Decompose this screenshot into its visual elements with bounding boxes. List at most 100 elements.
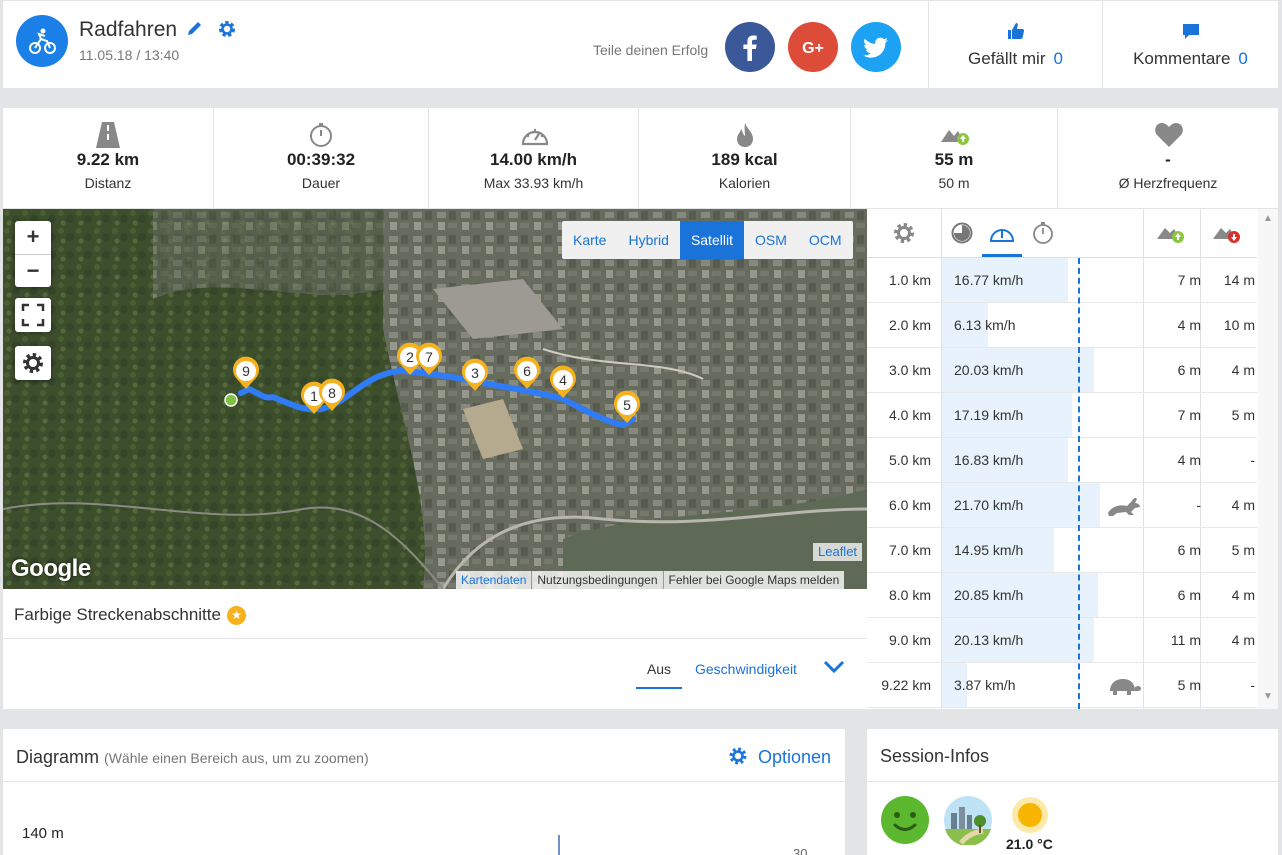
stat-distance: 9.22 km Distanz xyxy=(3,108,214,208)
split-row: 6.0 km 21.70 km/h - 4 m xyxy=(867,483,1257,528)
stat-elevation: 55 m 50 m xyxy=(851,108,1058,208)
stat-label: Kalorien xyxy=(718,175,771,191)
km-marker[interactable]: 6 xyxy=(514,356,540,389)
km-marker[interactable]: 3 xyxy=(462,358,489,391)
km-marker-label: 2 xyxy=(406,349,414,365)
km-marker-label: 1 xyxy=(310,388,318,404)
right-axis-label: 30 xyxy=(793,846,808,855)
turtle-icon xyxy=(1110,679,1141,695)
leaflet-link[interactable]: Leaflet xyxy=(813,543,863,561)
diagram-hint: (Wähle einen Bereich aus, um zu zoomen) xyxy=(104,750,369,766)
edit-pencil-icon[interactable] xyxy=(186,19,204,37)
route-map[interactable]: 918273645 + − Karte Hybrid Satellit OSM … xyxy=(3,209,867,589)
like-button[interactable]: Gefällt mir 0 xyxy=(928,1,1102,88)
twitter-share-button[interactable] xyxy=(851,22,901,72)
flame-icon xyxy=(736,123,753,147)
diagram-header: Diagramm (Wähle einen Bereich aus, um zu… xyxy=(3,729,845,782)
split-ascent: - xyxy=(1196,497,1201,513)
zoom-in-button[interactable]: + xyxy=(15,221,51,254)
split-row: 3.0 km 20.03 km/h 6 m 4 m xyxy=(867,348,1257,393)
split-km: 9.0 km xyxy=(888,632,931,648)
session-info-panel: Session-Infos 21.0 °C xyxy=(867,729,1278,855)
stat-value: 55 m xyxy=(934,150,974,169)
elevation-down-icon xyxy=(1213,228,1240,243)
layer-option[interactable]: Karte xyxy=(562,221,617,259)
stopwatch-icon xyxy=(310,123,332,147)
speedometer-icon xyxy=(521,128,548,146)
stat-duration: 00:39:32 Dauer xyxy=(214,108,429,208)
gear-icon xyxy=(729,747,747,765)
twitter-icon xyxy=(863,37,888,58)
layer-option-active[interactable]: Satellit xyxy=(679,221,744,259)
km-marker-label: 6 xyxy=(523,363,531,379)
share-text: Teile deinen Erfolg xyxy=(593,42,709,58)
fullscreen-icon xyxy=(21,303,45,327)
split-descent: 4 m xyxy=(1231,632,1255,648)
km-marker-label: 8 xyxy=(328,385,336,401)
session-header: Radfahren 11.05.18 / 13:40 Teile deinen … xyxy=(3,1,1278,88)
map-settings-button[interactable] xyxy=(15,346,51,380)
layer-option[interactable]: OSM xyxy=(744,221,798,259)
stopwatch-tab-icon[interactable] xyxy=(1031,221,1055,245)
split-speed: 20.85 km/h xyxy=(954,587,1024,603)
speedometer-tab-icon[interactable] xyxy=(989,221,1015,245)
km-marker[interactable]: 5 xyxy=(614,390,640,423)
segments-option-speed[interactable]: Geschwindigkeit xyxy=(695,661,797,677)
pace-clock-tab-icon[interactable] xyxy=(950,221,974,245)
split-descent: 5 m xyxy=(1231,407,1255,423)
split-descent: - xyxy=(1250,677,1255,693)
split-row: 1.0 km 16.77 km/h 7 m 14 m xyxy=(867,258,1257,303)
stat-label: Ø Herzfrequenz xyxy=(1118,175,1218,191)
stat-value: 14.00 km/h xyxy=(490,150,577,169)
split-km: 5.0 km xyxy=(888,452,931,468)
map-data-link[interactable]: Kartendaten xyxy=(456,571,531,589)
splits-header xyxy=(867,209,1257,258)
table-settings-gear-icon[interactable] xyxy=(892,221,916,245)
split-ascent: 4 m xyxy=(1177,452,1201,468)
km-marker[interactable]: 8 xyxy=(319,378,346,411)
split-ascent: 6 m xyxy=(1177,587,1201,603)
report-error-link[interactable]: Fehler bei Google Maps melden xyxy=(662,571,845,589)
km-marker[interactable]: 4 xyxy=(550,365,577,398)
diagram-panel: Diagramm (Wähle einen Bereich aus, um zu… xyxy=(3,729,845,855)
split-ascent: 6 m xyxy=(1177,362,1201,378)
chevron-down-icon[interactable] xyxy=(823,659,845,675)
active-tab-indicator xyxy=(982,254,1022,257)
rabbit-icon xyxy=(1108,497,1140,516)
layer-option[interactable]: OCM xyxy=(798,221,853,259)
km-marker[interactable]: 9 xyxy=(232,356,259,389)
average-speed-line xyxy=(1078,258,1080,709)
fullscreen-button[interactable] xyxy=(15,298,51,332)
stat-value: 00:39:32 xyxy=(286,150,356,169)
happy-mood-icon xyxy=(881,796,929,844)
km-marker-label: 7 xyxy=(425,349,433,365)
splits-table: 1.0 km 16.77 km/h 7 m 14 m 2.0 km 6.13 km/h 4 … xyxy=(867,209,1278,709)
google-plus-icon: G+ xyxy=(802,40,824,57)
elevation-up-icon xyxy=(941,130,969,145)
sun-icon xyxy=(1012,797,1048,833)
map-attribution: Kartendaten Nutzungsbedingungen Fehler b… xyxy=(456,571,845,589)
bicycle-icon xyxy=(16,15,68,67)
summary-stats: 9.22 km Distanz 00:39:32 Dauer 14.00 km/… xyxy=(3,108,1278,208)
google-plus-share-button[interactable]: G+ xyxy=(788,22,838,72)
km-marker[interactable]: 7 xyxy=(416,342,443,375)
comments-button[interactable]: Kommentare 0 xyxy=(1102,1,1278,88)
thumbs-up-icon xyxy=(1007,23,1024,39)
diagram-title: Diagramm (Wähle einen Bereich aus, um zu… xyxy=(16,747,369,768)
settings-gear-icon[interactable] xyxy=(217,19,237,39)
segments-option-off[interactable]: Aus xyxy=(636,661,682,689)
terms-link[interactable]: Nutzungsbedingungen xyxy=(531,571,662,589)
split-ascent: 4 m xyxy=(1177,317,1201,333)
split-ascent: 7 m xyxy=(1177,272,1201,288)
zoom-out-button[interactable]: − xyxy=(15,254,51,287)
comments-label: Kommentare xyxy=(1133,49,1231,68)
heart-icon xyxy=(1155,123,1183,147)
stat-heart-rate: - Ø Herzfrequenz xyxy=(1058,108,1278,208)
split-km: 3.0 km xyxy=(888,362,931,378)
layer-option[interactable]: Hybrid xyxy=(617,221,679,259)
scrollbar[interactable]: ▲ ▼ xyxy=(1258,209,1278,709)
diagram-options-button[interactable]: Optionen xyxy=(728,746,831,768)
facebook-share-button[interactable] xyxy=(725,22,775,72)
split-row: 7.0 km 14.95 km/h 6 m 5 m xyxy=(867,528,1257,573)
road-icon xyxy=(96,122,120,148)
